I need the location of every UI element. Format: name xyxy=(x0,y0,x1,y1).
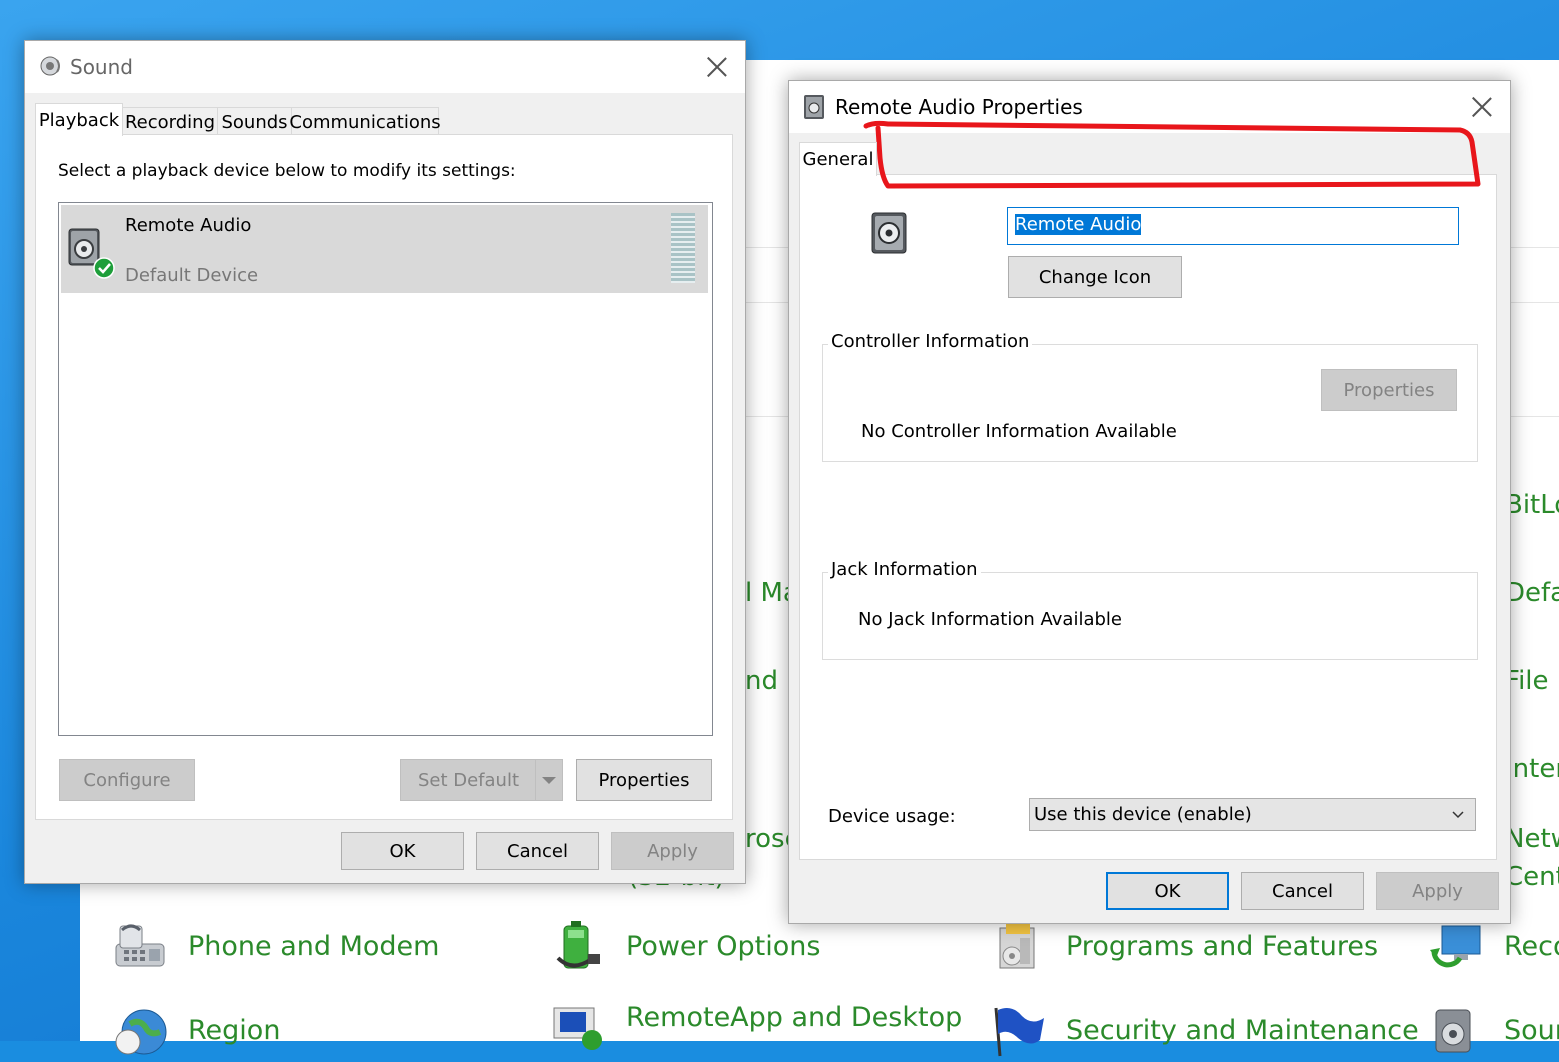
cp-item-label: Phone and Modem xyxy=(188,930,440,962)
red-annotation-outline xyxy=(863,120,1481,189)
tab-sounds[interactable]: Sounds xyxy=(217,107,292,136)
tab-general[interactable]: General xyxy=(799,142,877,176)
change-icon-button[interactable]: Change Icon xyxy=(1008,256,1182,298)
playback-panel: Select a playback device below to modify… xyxy=(35,134,733,820)
device-list[interactable]: Remote Audio Default Device xyxy=(58,202,713,736)
volume-meter xyxy=(671,213,695,283)
tab-communications[interactable]: Communications xyxy=(289,107,441,136)
window-title: Sound xyxy=(70,55,133,79)
phone-modem-icon xyxy=(112,918,168,974)
battery-plug-icon xyxy=(550,918,606,974)
apply-button[interactable]: Apply xyxy=(611,832,734,870)
jack-information-group: Jack Information No Jack Information Ava… xyxy=(822,559,1478,660)
device-usage-select[interactable]: Use this device (enable) xyxy=(1029,798,1476,831)
device-speaker-icon[interactable] xyxy=(870,211,910,259)
device-name-input[interactable]: Remote Audio xyxy=(1007,207,1459,245)
device-name-input-value: Remote Audio xyxy=(1015,214,1142,235)
cp-link-internet[interactable]: Inter xyxy=(1505,754,1559,784)
jack-information-legend: Jack Information xyxy=(828,559,981,580)
set-default-button[interactable]: Set Default xyxy=(400,759,536,801)
cp-item-label: RemoteApp and Desktop xyxy=(626,1001,963,1033)
chevron-down-icon xyxy=(1451,807,1465,825)
cp-link-sound-and[interactable]: nd I xyxy=(745,666,794,696)
remoteapp-monitor-icon xyxy=(550,1000,606,1056)
device-status: Default Device xyxy=(125,265,259,286)
properties-window: Remote Audio Properties General Remote A… xyxy=(788,80,1511,924)
cp-item-programs-features[interactable]: Programs and Features xyxy=(990,918,1378,974)
apply-button[interactable]: Apply xyxy=(1376,872,1499,910)
sound-app-icon xyxy=(39,54,63,82)
controller-message: No Controller Information Available xyxy=(861,421,1177,442)
chevron-down-icon xyxy=(542,776,556,784)
cp-item-phone-modem[interactable]: Phone and Modem xyxy=(112,918,439,974)
flag-icon xyxy=(990,1002,1046,1058)
controller-information-group: Controller Information Properties No Con… xyxy=(822,331,1478,462)
close-icon[interactable] xyxy=(1471,96,1493,118)
list-item[interactable]: Remote Audio Default Device xyxy=(61,205,708,293)
controller-properties-button[interactable]: Properties xyxy=(1321,369,1457,411)
cp-item-security-maintenance[interactable]: Security and Maintenance xyxy=(990,1002,1419,1058)
programs-box-icon xyxy=(990,918,1046,974)
configure-button[interactable]: Configure xyxy=(59,759,195,801)
device-name: Remote Audio xyxy=(125,215,252,236)
cp-link-center[interactable]: Cent xyxy=(1505,862,1559,892)
general-panel: Remote Audio Change Icon Controller Info… xyxy=(799,174,1497,860)
speaker-app-icon xyxy=(803,94,825,124)
cp-item-label: Programs and Features xyxy=(1066,930,1379,962)
cp-item-label: Power Options xyxy=(626,930,821,962)
controller-information-legend: Controller Information xyxy=(828,331,1033,352)
cp-item-label: Reco xyxy=(1504,930,1559,962)
jack-message: No Jack Information Available xyxy=(858,609,1122,630)
device-usage-label: Device usage: xyxy=(828,806,956,827)
sound-window: Sound Playback Recording Sounds Communic… xyxy=(24,40,746,884)
cancel-button[interactable]: Cancel xyxy=(476,832,599,870)
playback-instruction: Select a playback device below to modify… xyxy=(58,161,516,181)
globe-clock-icon xyxy=(112,1002,168,1058)
window-title: Remote Audio Properties xyxy=(835,95,1083,119)
set-default-dropdown[interactable] xyxy=(535,759,563,801)
speaker-icon xyxy=(1428,1002,1484,1058)
cp-link-network[interactable]: Netw xyxy=(1505,824,1559,854)
cp-link-default[interactable]: Defa xyxy=(1505,578,1559,608)
sound-titlebar[interactable]: Sound xyxy=(25,41,745,93)
cp-item-sound[interactable]: Soun xyxy=(1428,1002,1559,1058)
cp-item-power-options[interactable]: Power Options xyxy=(550,918,820,974)
tab-playback[interactable]: Playback xyxy=(35,103,123,136)
device-usage-value: Use this device (enable) xyxy=(1034,804,1252,825)
cp-item-region[interactable]: Region xyxy=(112,1002,280,1058)
ok-button[interactable]: OK xyxy=(1106,872,1229,910)
ok-button[interactable]: OK xyxy=(341,832,464,870)
recovery-monitor-icon xyxy=(1428,918,1484,974)
default-check-icon xyxy=(93,257,115,283)
tab-recording[interactable]: Recording xyxy=(122,107,218,136)
cp-link-file[interactable]: File I xyxy=(1505,666,1559,696)
cp-link-bitlocker[interactable]: BitLo xyxy=(1505,490,1559,520)
close-icon[interactable] xyxy=(706,56,728,78)
cancel-button[interactable]: Cancel xyxy=(1241,872,1364,910)
cp-item-recovery[interactable]: Reco xyxy=(1428,918,1559,974)
properties-button[interactable]: Properties xyxy=(576,759,712,801)
cp-item-remoteapp[interactable]: RemoteApp and Desktop xyxy=(550,1000,962,1056)
